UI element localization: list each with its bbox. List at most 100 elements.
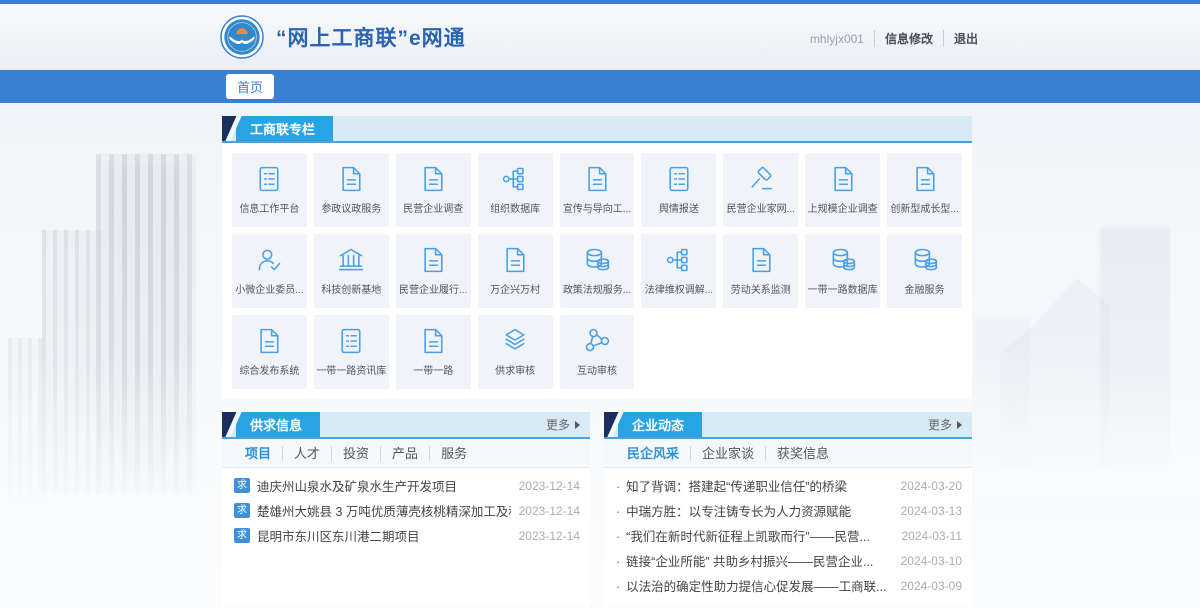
special-item-label: 科技创新基地 — [321, 281, 381, 296]
doc-icon — [337, 165, 365, 193]
user-area: mhlyjx001 信息修改 退出 — [810, 30, 978, 47]
supply-tab-4[interactable]: 产品 — [380, 446, 429, 461]
doc-icon — [255, 327, 283, 355]
supply-item-2[interactable]: 求楚雄州大姚县 3 万吨优质薄壳核桃精深加工及科...2023-12-14 — [234, 498, 580, 523]
demand-badge: 求 — [234, 503, 250, 518]
special-item-22[interactable]: 供求审核 — [478, 315, 553, 389]
supply-tab-3[interactable]: 投资 — [331, 446, 380, 461]
special-item-11[interactable]: 科技创新基地 — [314, 234, 389, 308]
special-item-17[interactable]: 一带一路数据库 — [805, 234, 880, 308]
doc-icon — [583, 165, 611, 193]
supply-more-link[interactable]: 更多 — [546, 412, 580, 437]
left-building-image — [0, 138, 224, 538]
bottom-panels: 供求信息 更多 项目人才投资产品服务 求迪庆州山泉水及矿泉水生产开发项目2023… — [222, 412, 972, 606]
doc-icon — [501, 246, 529, 274]
special-item-21[interactable]: 一带一路 — [396, 315, 471, 389]
news-item-4[interactable]: 链接“企业所能” 共助乡村振兴——民营企业...2024-03-10 — [616, 548, 962, 573]
supply-item-title: 昆明市东川区东川港二期项目 — [257, 526, 511, 545]
special-panel-header: 工商联专栏 — [222, 116, 972, 143]
news-item-date: 2024-03-11 — [902, 529, 963, 543]
main-content: 工商联专栏 信息工作平台参政议政服务民营企业调查组织数据库 宣传与导向工... 舆情… — [222, 116, 972, 606]
site-title: “网上工商联”e网通 — [276, 22, 466, 52]
special-item-4[interactable]: 组织数据库 — [478, 153, 553, 227]
news-tab-1[interactable]: 民企风采 — [616, 446, 690, 461]
special-item-2[interactable]: 参政议政服务 — [314, 153, 389, 227]
special-item-13[interactable]: 万企兴万村 — [478, 234, 553, 308]
special-item-label: 舆情报送 — [659, 200, 699, 215]
special-item-8[interactable]: 上规模企业调查 — [805, 153, 880, 227]
doc-icon — [747, 246, 775, 274]
special-item-12[interactable]: 民营企业履行... — [396, 234, 471, 308]
special-item-9[interactable]: 创新型成长型... — [887, 153, 962, 227]
news-item-5[interactable]: 以法治的确定性助力提信心促发展——工商联...2024-03-09 — [616, 573, 962, 598]
news-item-1[interactable]: 知了背调：搭建起“传递职业信任”的桥梁2024-03-20 — [616, 473, 962, 498]
more-arrow-icon — [957, 421, 962, 429]
news-tab-2[interactable]: 企业家谈 — [690, 446, 765, 461]
news-panel-title: 企业动态 — [618, 412, 702, 437]
special-item-label: 民营企业履行... — [399, 281, 467, 296]
doc-icon — [419, 327, 447, 355]
news-list: 知了背调：搭建起“传递职业信任”的桥梁2024-03-20中瑞方胜：以专注铸专长… — [604, 468, 972, 598]
special-item-label: 组织数据库 — [490, 200, 540, 215]
supply-tab-2[interactable]: 人才 — [282, 446, 331, 461]
special-item-label: 政策法规服务... — [563, 281, 631, 296]
special-item-label: 劳动关系监测 — [731, 281, 791, 296]
special-item-19[interactable]: 综合发布系统 — [232, 315, 307, 389]
demand-badge: 求 — [234, 478, 250, 493]
special-item-label: 互动审核 — [577, 362, 617, 377]
more-arrow-icon — [575, 421, 580, 429]
special-item-label: 综合发布系统 — [239, 362, 299, 377]
site-logo[interactable] — [220, 15, 264, 59]
supply-list: 求迪庆州山泉水及矿泉水生产开发项目2023-12-14求楚雄州大姚县 3 万吨优… — [222, 468, 590, 548]
special-item-18[interactable]: 金融服务 — [887, 234, 962, 308]
special-item-10[interactable]: 小微企业委员... — [232, 234, 307, 308]
news-item-title: 以法治的确定性助力提信心促发展——工商联... — [616, 576, 893, 595]
special-item-7[interactable]: 民营企业家网... — [723, 153, 798, 227]
special-item-15[interactable]: 法律维权调解... — [641, 234, 716, 308]
db-icon — [829, 246, 857, 274]
special-item-3[interactable]: 民营企业调查 — [396, 153, 471, 227]
supply-item-1[interactable]: 求迪庆州山泉水及矿泉水生产开发项目2023-12-14 — [234, 473, 580, 498]
news-item-2[interactable]: 中瑞方胜：以专注铸专长为人力资源赋能2024-03-13 — [616, 498, 962, 523]
news-item-date: 2024-03-10 — [901, 554, 962, 568]
share-icon — [583, 327, 611, 355]
special-item-20[interactable]: 一带一路资讯库 — [314, 315, 389, 389]
special-item-1[interactable]: 信息工作平台 — [232, 153, 307, 227]
person-icon — [255, 246, 283, 274]
news-panel: 企业动态 更多 民企风采企业家谈获奖信息 知了背调：搭建起“传递职业信任”的桥梁… — [604, 412, 972, 606]
news-tab-3[interactable]: 获奖信息 — [765, 446, 840, 461]
main-nav: 首页 — [0, 70, 1200, 103]
supply-tab-1[interactable]: 项目 — [234, 446, 282, 461]
doc-icon — [911, 165, 939, 193]
nav-home-button[interactable]: 首页 — [226, 74, 274, 99]
doc-icon — [829, 165, 857, 193]
special-item-16[interactable]: 劳动关系监测 — [723, 234, 798, 308]
special-item-5[interactable]: 宣传与导向工... — [560, 153, 635, 227]
special-item-14[interactable]: 政策法规服务... — [560, 234, 635, 308]
supply-tabs: 项目人才投资产品服务 — [222, 439, 590, 468]
special-panel-title: 工商联专栏 — [236, 116, 333, 141]
special-item-label: 小微企业委员... — [235, 281, 303, 296]
supply-panel: 供求信息 更多 项目人才投资产品服务 求迪庆州山泉水及矿泉水生产开发项目2023… — [222, 412, 590, 606]
news-item-3[interactable]: “我们在新时代新征程上凯歌而行”——民营...2024-03-11 — [616, 523, 962, 548]
more-label: 更多 — [928, 416, 952, 433]
layers-icon — [501, 327, 529, 355]
modify-info-link[interactable]: 信息修改 — [874, 30, 933, 47]
db-icon — [911, 246, 939, 274]
doc-icon — [419, 165, 447, 193]
logout-link[interactable]: 退出 — [943, 30, 978, 47]
supply-tab-5[interactable]: 服务 — [429, 446, 478, 461]
special-item-6[interactable]: 舆情报送 — [641, 153, 716, 227]
supply-item-3[interactable]: 求昆明市东川区东川港二期项目2023-12-14 — [234, 523, 580, 548]
supply-panel-title: 供求信息 — [236, 412, 320, 437]
org-icon — [665, 246, 693, 274]
special-item-label: 万企兴万村 — [490, 281, 540, 296]
special-item-23[interactable]: 互动审核 — [560, 315, 635, 389]
form-icon — [337, 327, 365, 355]
news-tabs: 民企风采企业家谈获奖信息 — [604, 439, 972, 468]
news-item-title: 中瑞方胜：以专注铸专长为人力资源赋能 — [616, 501, 893, 520]
special-item-label: 供求审核 — [495, 362, 535, 377]
special-panel-body: 信息工作平台参政议政服务民营企业调查组织数据库宣传与导向工...舆情报送民营企业… — [222, 143, 972, 399]
news-more-link[interactable]: 更多 — [928, 412, 962, 437]
doc-icon — [419, 246, 447, 274]
